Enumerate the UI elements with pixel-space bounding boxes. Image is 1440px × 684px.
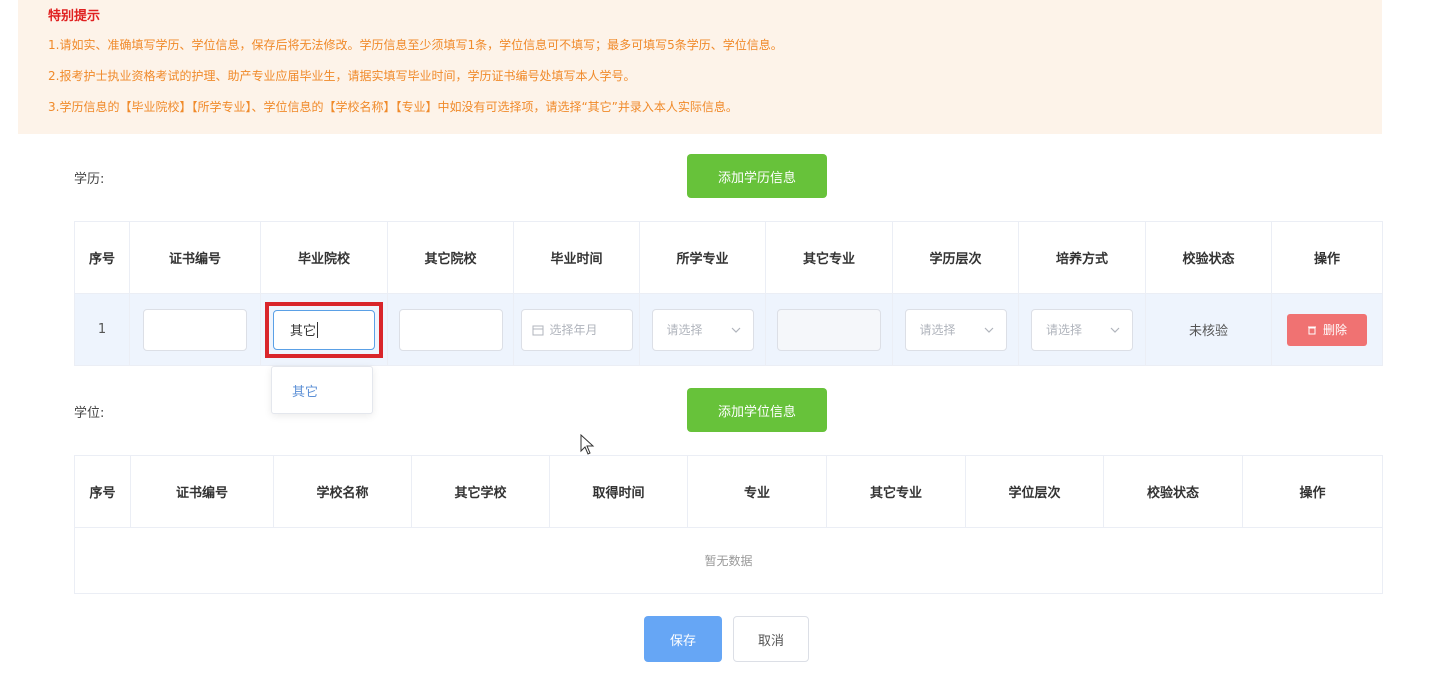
grad-time-placeholder: 选择年月 <box>549 323 598 337</box>
trash-icon <box>1307 326 1316 334</box>
cancel-button[interactable]: 取消 <box>733 616 809 662</box>
add-degree-button[interactable]: 添加学位信息 <box>687 388 827 432</box>
dropdown-option-other[interactable]: 其它 <box>292 381 318 400</box>
col-cert-no: 证书编号 <box>130 455 274 528</box>
col-index: 序号 <box>74 221 130 294</box>
mouse-pointer-icon <box>580 434 595 455</box>
save-button[interactable]: 保存 <box>644 616 722 662</box>
school-dropdown: 其它 <box>271 366 373 414</box>
degree-label: 学位: <box>74 406 105 421</box>
verify-status: 未核验 <box>1145 293 1272 366</box>
chevron-down-icon <box>731 327 740 333</box>
education-table: 序号 证书编号 毕业院校 其它院校 毕业时间 所学专业 其它专业 学历层次 培养… <box>74 221 1383 366</box>
text-caret <box>317 321 319 338</box>
school-input-value: 其它 <box>290 324 317 339</box>
edu-level-select[interactable]: 请选择 <box>904 308 1007 351</box>
edu-level-placeholder: 请选择 <box>919 323 956 337</box>
col-degree-level: 学位层次 <box>965 455 1104 528</box>
col-major: 所学专业 <box>639 221 766 294</box>
notice-line-1: 1.请如实、准确填写学历、学位信息，保存后将无法修改。学历信息至少须填写1条，学… <box>48 38 783 52</box>
col-index: 序号 <box>74 455 131 528</box>
col-edu-level: 学历层次 <box>892 221 1019 294</box>
empty-text: 暂无数据 <box>74 527 1383 594</box>
add-education-button[interactable]: 添加学历信息 <box>687 154 827 198</box>
notice-panel: 特别提示 1.请如实、准确填写学历、学位信息，保存后将无法修改。学历信息至少须填… <box>18 0 1382 134</box>
major-select-placeholder: 请选择 <box>666 323 703 337</box>
notice-line-2: 2.报考护士执业资格考试的护理、助产专业应届毕业生，请据实填写毕业时间，学历证书… <box>48 69 636 83</box>
notice-line-3: 3.学历信息的【毕业院校】【所学专业】、学位信息的【学校名称】【专业】中如没有可… <box>48 100 738 114</box>
row-index: 1 <box>74 293 130 366</box>
training-mode-placeholder: 请选择 <box>1046 323 1083 337</box>
col-verify-status: 校验状态 <box>1145 221 1272 294</box>
education-label: 学历: <box>74 172 105 187</box>
col-actions: 操作 <box>1271 221 1383 294</box>
cert-no-input[interactable] <box>143 308 247 351</box>
col-other-school: 其它院校 <box>387 221 514 294</box>
training-mode-select[interactable]: 请选择 <box>1031 308 1133 351</box>
delete-label: 删除 <box>1322 323 1347 337</box>
delete-button[interactable]: 删除 <box>1287 313 1367 346</box>
chevron-down-icon <box>1110 327 1120 333</box>
notice-title: 特别提示 <box>48 9 101 24</box>
school-input[interactable]: 其它 <box>273 309 375 350</box>
col-cert-no: 证书编号 <box>129 221 261 294</box>
col-major: 专业 <box>687 455 827 528</box>
grad-time-picker[interactable]: 选择年月 <box>520 308 633 351</box>
degree-header-row: 序号 证书编号 学校名称 其它学校 取得时间 专业 其它专业 学位层次 校验状态… <box>74 455 1383 528</box>
col-training-mode: 培养方式 <box>1018 221 1146 294</box>
col-other-major: 其它专业 <box>765 221 893 294</box>
other-major-input[interactable] <box>777 308 881 351</box>
other-school-input[interactable] <box>398 308 503 351</box>
col-actions: 操作 <box>1242 455 1383 528</box>
degree-table: 序号 证书编号 学校名称 其它学校 取得时间 专业 其它专业 学位层次 校验状态… <box>74 455 1383 594</box>
col-other-school: 其它学校 <box>411 455 550 528</box>
col-grad-time: 毕业时间 <box>513 221 640 294</box>
empty-row: 暂无数据 <box>74 527 1383 594</box>
col-verify-status: 校验状态 <box>1103 455 1243 528</box>
col-school-name: 学校名称 <box>273 455 412 528</box>
col-obtain-time: 取得时间 <box>549 455 688 528</box>
chevron-down-icon <box>984 327 993 333</box>
col-school: 毕业院校 <box>260 221 388 294</box>
school-highlight-box: 其它 <box>265 301 383 358</box>
education-header-row: 序号 证书编号 毕业院校 其它院校 毕业时间 所学专业 其它专业 学历层次 培养… <box>74 221 1383 294</box>
major-select[interactable]: 请选择 <box>651 308 754 351</box>
table-row: 1 其它 选择年月 请选择 请选择 请选择 未核验 删除 <box>74 293 1383 366</box>
calendar-icon <box>532 325 543 335</box>
col-other-major: 其它专业 <box>826 455 966 528</box>
